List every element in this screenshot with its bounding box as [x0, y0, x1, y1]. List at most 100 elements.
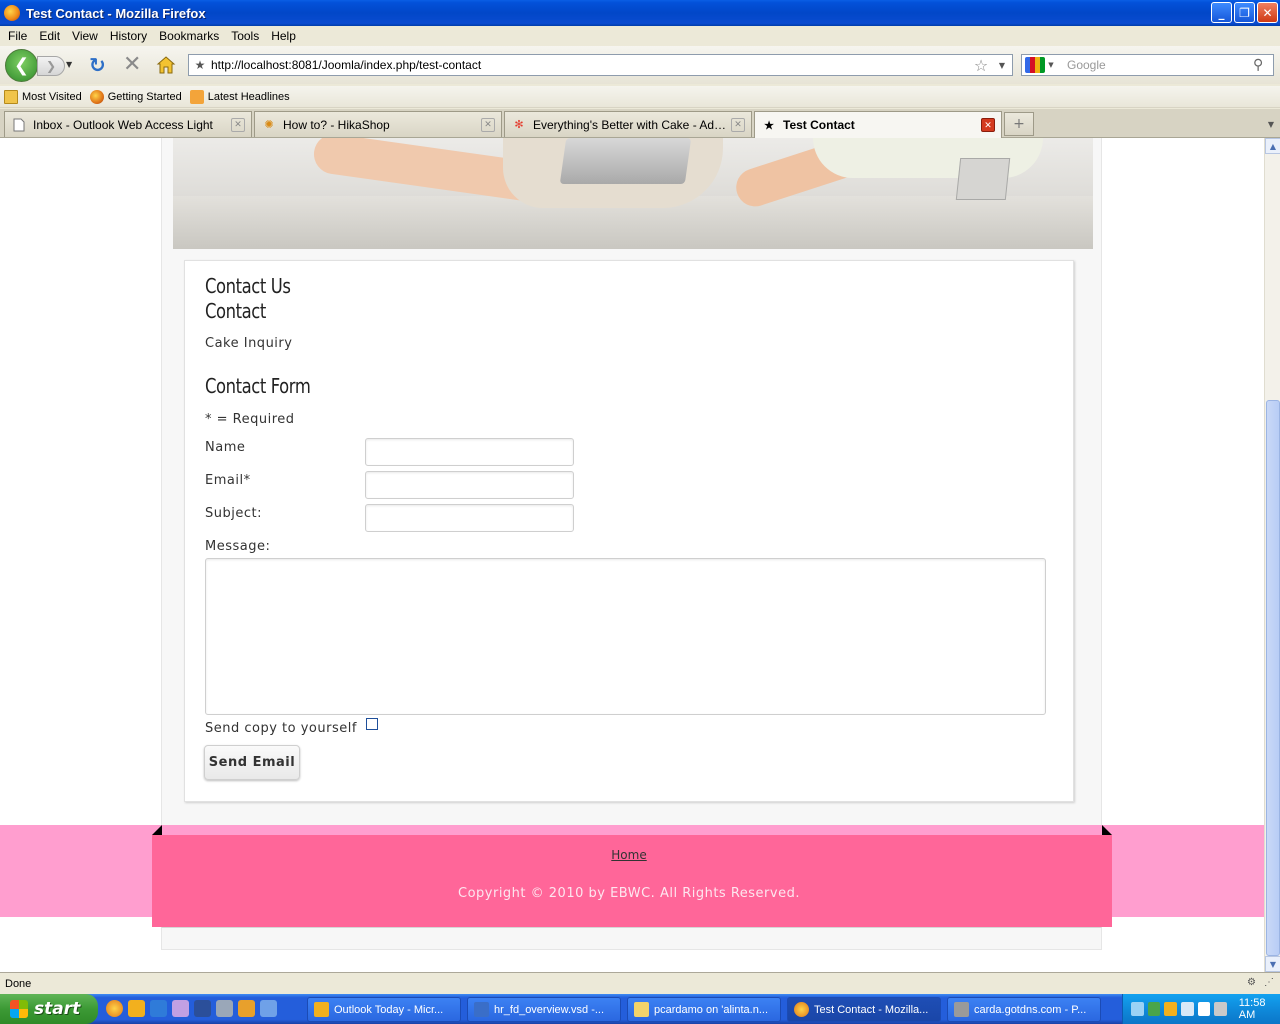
address-bar[interactable]: ★ http://localhost:8081/Joomla/index.php…: [188, 54, 1013, 76]
menu-history[interactable]: History: [104, 29, 153, 43]
task-label: Outlook Today - Micr...: [334, 1003, 444, 1016]
footer-home-link[interactable]: Home: [0, 848, 1264, 862]
clock[interactable]: 11:58 AM: [1239, 997, 1280, 1021]
footer-copyright: Copyright © 2010 by EBWC. All Rights Res…: [458, 886, 800, 901]
firefox-icon[interactable]: [106, 1000, 123, 1017]
menu-edit[interactable]: Edit: [33, 29, 66, 43]
site-identity-icon[interactable]: ★: [189, 58, 211, 72]
search-icon[interactable]: ⚲: [1253, 57, 1273, 73]
tab-hikashop[interactable]: ✺ How to? - HikaShop ✕: [254, 111, 502, 137]
history-dropdown-icon[interactable]: ▼: [66, 60, 72, 69]
app-icon[interactable]: [172, 1000, 189, 1017]
bookmark-star-icon[interactable]: ☆: [970, 56, 992, 75]
reload-icon[interactable]: ↻: [89, 55, 106, 75]
menu-file[interactable]: File: [2, 29, 33, 43]
taskbar-item-visio[interactable]: hr_fd_overview.vsd -...: [467, 997, 621, 1022]
google-icon[interactable]: [1025, 57, 1045, 73]
url-text[interactable]: http://localhost:8081/Joomla/index.php/t…: [211, 58, 970, 72]
maximize-button[interactable]: ❐: [1234, 2, 1255, 23]
tab-test-contact[interactable]: ★ Test Contact ✕: [754, 111, 1002, 138]
taskbar-item-putty[interactable]: carda.gotdns.com - P...: [947, 997, 1101, 1022]
page-icon: [11, 117, 27, 133]
addon-status-icon[interactable]: ⚙: [1247, 977, 1256, 988]
page-subtitle: Contact: [205, 299, 266, 323]
outlook-icon[interactable]: [128, 1000, 145, 1017]
menu-bookmarks[interactable]: Bookmarks: [153, 29, 225, 43]
task-label: pcardamo on 'alinta.n...: [654, 1003, 769, 1016]
new-tab-button[interactable]: +: [1004, 112, 1034, 136]
tab-outlook[interactable]: Inbox - Outlook Web Access Light ✕: [4, 111, 252, 137]
send-copy-checkbox[interactable]: [366, 718, 378, 730]
menu-help[interactable]: Help: [265, 29, 302, 43]
page-bottom-edge: [161, 927, 1102, 950]
app-icon[interactable]: [260, 1000, 277, 1017]
name-field[interactable]: [365, 438, 574, 466]
clock-app-icon[interactable]: [1164, 1002, 1177, 1016]
tab-close-icon[interactable]: ✕: [481, 117, 495, 132]
close-button[interactable]: ✕: [1257, 2, 1278, 23]
bookmark-label: Latest Headlines: [207, 90, 290, 103]
footer-corner-left: [152, 825, 162, 835]
scroll-up-icon[interactable]: ▲: [1265, 138, 1280, 154]
tray-expand-icon[interactable]: [1131, 1002, 1144, 1016]
bookmark-getting-started[interactable]: Getting Started: [89, 89, 182, 104]
tab-close-icon[interactable]: ✕: [981, 118, 995, 132]
joomla-icon: ✻: [514, 119, 524, 131]
taskbar-item-folder[interactable]: pcardamo on 'alinta.n...: [627, 997, 781, 1022]
page-viewport[interactable]: Contact Us Contact Cake Inquiry Contact …: [0, 138, 1264, 972]
bookmark-most-visited[interactable]: Most Visited: [4, 89, 82, 104]
email-field[interactable]: [365, 471, 574, 499]
bookmark-latest-headlines[interactable]: Latest Headlines: [189, 89, 290, 104]
scroll-down-icon[interactable]: ▼: [1265, 956, 1280, 972]
home-icon[interactable]: [156, 55, 176, 75]
menu-view[interactable]: View: [66, 29, 104, 43]
minimize-button[interactable]: _: [1211, 2, 1232, 23]
windows-taskbar: start Outlook Today - Micr... hr_fd_over…: [0, 994, 1280, 1024]
footer-home-label[interactable]: Home: [611, 848, 646, 862]
start-label: start: [34, 999, 81, 1019]
message-textarea[interactable]: [205, 558, 1046, 715]
outlook-icon: [314, 1002, 329, 1017]
tab-list-dropdown-icon[interactable]: ▼: [1262, 112, 1280, 136]
bookmark-label: Most Visited: [22, 90, 82, 103]
back-button[interactable]: ❮: [5, 49, 38, 82]
search-input[interactable]: Google: [1057, 58, 1253, 72]
stop-icon[interactable]: ✕: [123, 54, 141, 76]
message-label: Message:: [205, 539, 271, 554]
ie-icon[interactable]: [150, 1000, 167, 1017]
send-email-button[interactable]: Send Email: [204, 745, 300, 780]
window-titlebar[interactable]: Test Contact - Mozilla Firefox _ ❐ ✕: [0, 0, 1280, 26]
vertical-scrollbar[interactable]: ▲ ▼: [1264, 138, 1280, 972]
taskbar-item-outlook[interactable]: Outlook Today - Micr...: [307, 997, 461, 1022]
start-button[interactable]: start: [0, 994, 98, 1024]
tab-close-icon[interactable]: ✕: [231, 117, 245, 132]
app-icon[interactable]: [216, 1000, 233, 1017]
network-icon[interactable]: [1147, 1002, 1161, 1016]
tab-close-icon[interactable]: ✕: [731, 117, 745, 132]
url-dropdown-icon[interactable]: ▼: [992, 61, 1012, 70]
menu-tools[interactable]: Tools: [225, 29, 265, 43]
star-icon: ★: [764, 119, 774, 132]
subject-field[interactable]: [365, 504, 574, 532]
tab-label: Inbox - Outlook Web Access Light: [33, 117, 213, 132]
forward-button[interactable]: ❯: [37, 56, 65, 76]
tab-cake-admin[interactable]: ✻ Everything's Better with Cake - Admini…: [504, 111, 752, 137]
email-label: Email*: [205, 473, 251, 488]
search-bar[interactable]: ▼ Google ⚲: [1021, 54, 1274, 76]
app-icon[interactable]: [194, 1000, 211, 1017]
search-tray-icon[interactable]: [1180, 1002, 1194, 1016]
volume-icon[interactable]: [1214, 1002, 1227, 1016]
app-icon[interactable]: [238, 1000, 255, 1017]
folder-icon: [634, 1002, 649, 1017]
system-tray: 11:58 AM: [1122, 994, 1280, 1024]
tab-strip: Inbox - Outlook Web Access Light ✕ ✺ How…: [0, 109, 1280, 138]
taskbar-item-firefox[interactable]: Test Contact - Mozilla...: [787, 997, 941, 1022]
scroll-thumb[interactable]: [1266, 400, 1280, 956]
app-tray-icon[interactable]: [1197, 1002, 1211, 1016]
name-label: Name: [205, 440, 246, 455]
windows-logo-icon: [10, 1000, 28, 1018]
contact-content: Contact Us Contact Cake Inquiry Contact …: [184, 260, 1074, 802]
footer-corner-right: [1102, 825, 1112, 835]
search-engine-dropdown-icon[interactable]: ▼: [1045, 61, 1057, 69]
resize-grip-icon[interactable]: ⋰: [1264, 977, 1274, 988]
